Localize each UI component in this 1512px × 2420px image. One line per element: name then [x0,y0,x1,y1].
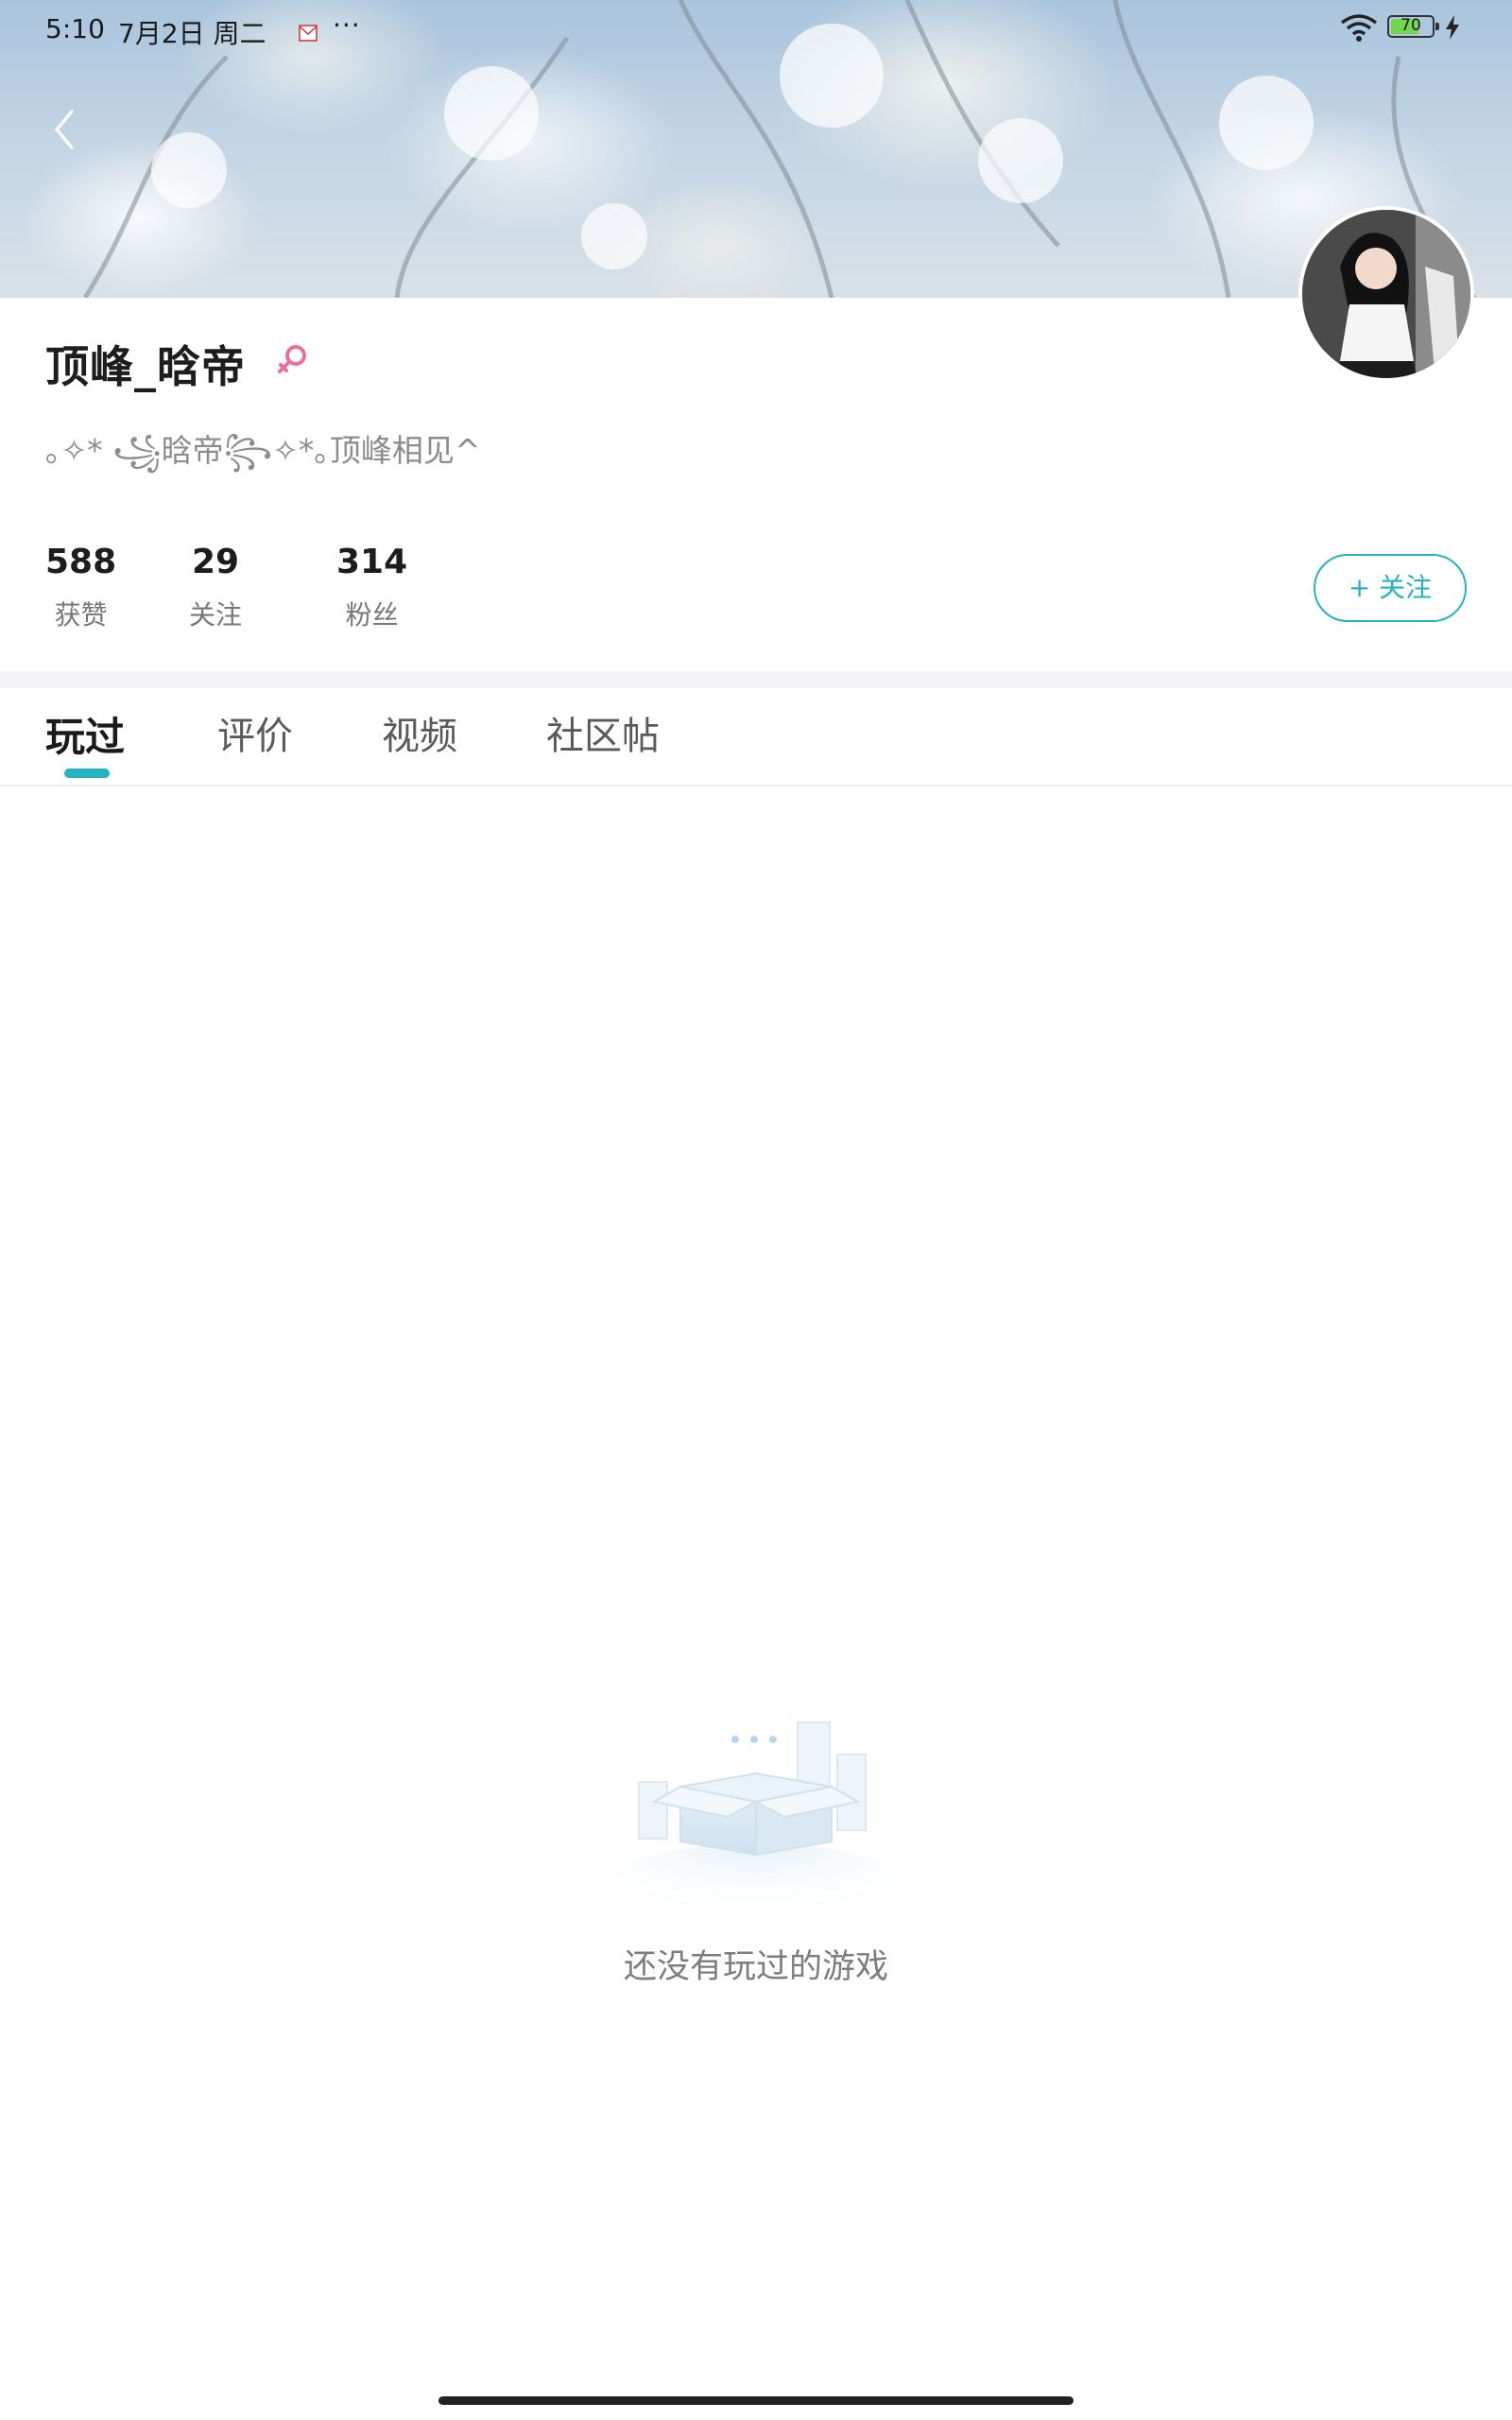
home-indicator[interactable] [438,2396,1074,2405]
following-count: 29 [191,543,240,581]
fans-count: 314 [336,543,408,581]
female-symbol-icon [276,342,310,384]
wifi-icon [1340,13,1378,48]
tab-played[interactable]: 玩过 [45,705,125,763]
profile-tabs: 玩过 评价 视频 社区帖 [0,688,1512,786]
status-time: 5:10 [45,13,105,44]
tab-videos[interactable]: 视频 [382,705,457,760]
more-notifications-icon: ··· [333,9,361,41]
likes-count: 588 [45,543,117,581]
battery-level: 70 [1400,16,1421,35]
likes-label: 获赞 [54,599,108,631]
stat-likes[interactable]: 588 获赞 [45,543,116,632]
fans-label: 粉丝 [345,599,399,631]
user-profile-page: 5:10 7月2日 周二 ··· 70 顶峰_晗帝 ｡✧* ꧁晗帝꧂✧*｡顶峰相… [0,0,1512,2420]
avatar-photo [1302,210,1470,378]
status-bar: 5:10 7月2日 周二 ··· 70 [0,0,1512,57]
stat-fans[interactable]: 314 粉丝 [336,543,407,632]
empty-state-message: 还没有玩过的游戏 [623,1948,888,1986]
mail-notification-icon [299,17,318,42]
battery-icon: 70 [1387,15,1439,38]
section-divider [0,671,1512,688]
chevron-left-icon [55,110,74,149]
tab-community-posts[interactable]: 社区帖 [546,705,660,760]
username: 顶峰_晗帝 [45,341,246,392]
lightning-icon [1444,14,1461,47]
empty-box-icon [586,1711,926,1957]
avatar[interactable] [1298,206,1474,382]
following-label: 关注 [189,599,243,631]
status-date: 7月2日 周二 [118,18,266,49]
user-bio: ｡✧* ꧁晗帝꧂✧*｡顶峰相见^ [45,432,481,469]
back-button[interactable] [49,106,77,153]
follow-button[interactable]: + 关注 [1314,554,1467,622]
active-tab-indicator [64,769,110,778]
stat-following[interactable]: 29 关注 [189,543,242,632]
tab-reviews[interactable]: 评价 [217,705,293,760]
